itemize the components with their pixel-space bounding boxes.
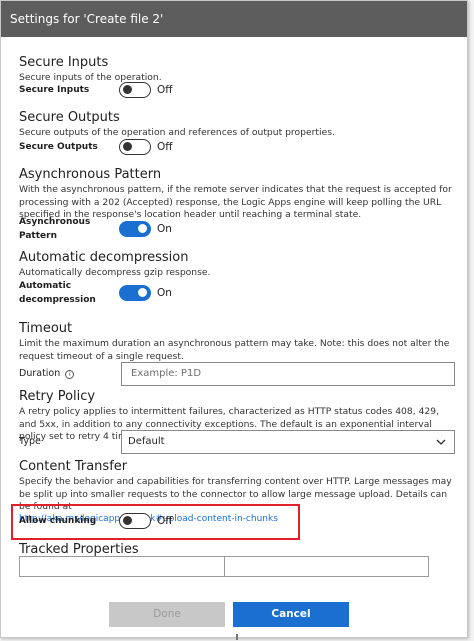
section-secure-outputs: Secure Outputs Secure outputs of the ope… [19, 110, 459, 140]
auto-decompression-toggle[interactable] [119, 285, 151, 301]
auto-decompression-label: Automatic decompression [19, 279, 119, 307]
secure-outputs-label: Secure Outputs [19, 142, 98, 152]
content-transfer-title: Content Transfer [19, 459, 128, 474]
timeout-row: Duration i [19, 364, 75, 384]
secure-outputs-row: Secure Outputs Off [19, 137, 173, 157]
auto-decompression-title: Automatic decompression [19, 250, 189, 265]
toggle-knob [123, 85, 132, 95]
auto-decompression-row: Automatic decompression On [19, 279, 172, 307]
secure-inputs-toggle[interactable] [119, 82, 151, 98]
tracked-property-key-input[interactable] [20, 557, 224, 576]
allow-chunking-highlight [11, 504, 300, 540]
timeout-title: Timeout [19, 321, 73, 336]
timeout-description: Limit the maximum duration an asynchrono… [19, 338, 450, 362]
secure-outputs-title: Secure Outputs [19, 110, 120, 125]
dialog-title: Settings for 'Create file 2' [1, 1, 467, 37]
info-icon[interactable]: i [65, 369, 75, 379]
chevron-down-icon [436, 439, 446, 445]
retry-policy-title: Retry Policy [19, 389, 96, 404]
auto-decompression-label-line2: decompression [19, 295, 96, 305]
retry-policy-row: Type [19, 432, 41, 452]
section-auto-decompression: Automatic decompression Automatically de… [19, 250, 459, 280]
tracked-property-value-input[interactable] [223, 557, 429, 576]
settings-dialog: Settings for 'Create file 2' Secure Inpu… [0, 0, 468, 638]
resize-handle [236, 634, 238, 640]
secure-inputs-row: Secure Inputs Off [19, 80, 173, 100]
secure-inputs-label: Secure Inputs [19, 85, 90, 95]
retry-policy-type-label: Type [19, 436, 41, 447]
cancel-button[interactable]: Cancel [233, 602, 349, 627]
section-timeout: Timeout Limit the maximum duration an as… [19, 321, 459, 363]
retry-policy-type-value: Default [128, 436, 165, 447]
async-pattern-state: On [157, 223, 172, 235]
auto-decompression-state: On [157, 287, 172, 299]
auto-decompression-label-line1: Automatic [19, 281, 72, 291]
toggle-knob [138, 224, 147, 234]
async-pattern-label: Asynchronous Pattern [19, 217, 91, 241]
tracked-properties-table [19, 556, 429, 577]
async-pattern-toggle[interactable] [119, 221, 151, 237]
section-async-pattern: Asynchronous Pattern With the asynchrono… [19, 167, 459, 222]
retry-policy-type-select[interactable]: Default [121, 430, 455, 454]
toggle-knob [123, 142, 132, 152]
timeout-duration-input[interactable]: Example: P1D [121, 362, 455, 386]
secure-outputs-toggle[interactable] [119, 139, 151, 155]
done-button[interactable]: Done [109, 602, 225, 627]
toggle-knob [138, 288, 147, 298]
async-pattern-row: Asynchronous Pattern On [19, 217, 172, 241]
timeout-duration-label: Duration [19, 368, 61, 379]
secure-outputs-state: Off [157, 141, 173, 153]
secure-inputs-title: Secure Inputs [19, 55, 109, 70]
async-pattern-title: Asynchronous Pattern [19, 167, 162, 182]
auto-decompression-description: Automatically decompress gzip response. [19, 267, 211, 278]
secure-inputs-state: Off [157, 84, 173, 96]
